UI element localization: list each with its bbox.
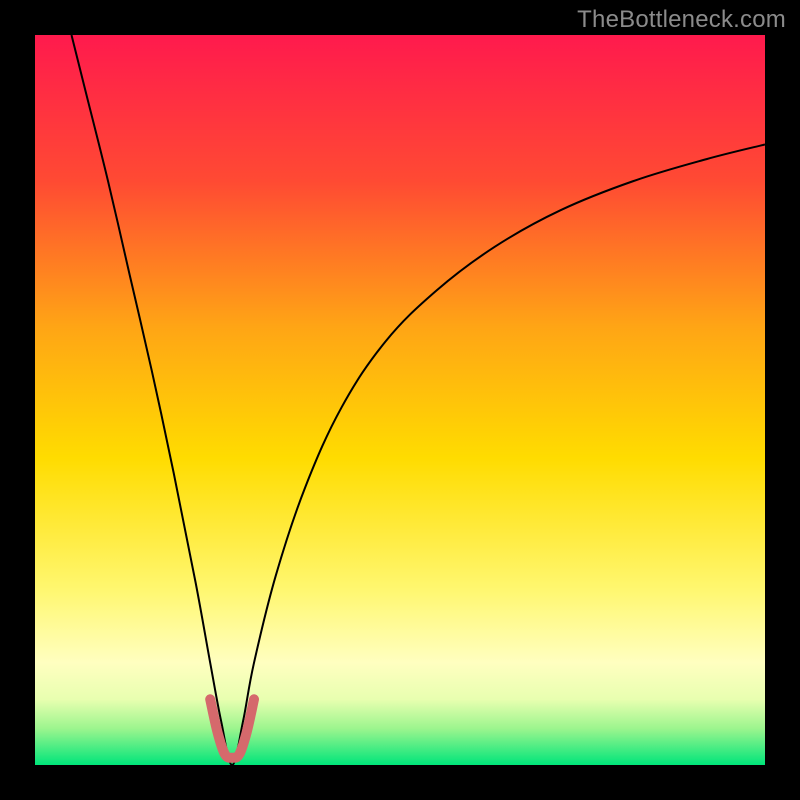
plot-area <box>35 35 765 765</box>
bottleneck-curve <box>72 35 766 765</box>
chart-frame: TheBottleneck.com <box>0 0 800 800</box>
watermark-text: TheBottleneck.com <box>577 6 786 34</box>
highlighted-range <box>210 699 254 757</box>
curve-layer <box>35 35 765 765</box>
